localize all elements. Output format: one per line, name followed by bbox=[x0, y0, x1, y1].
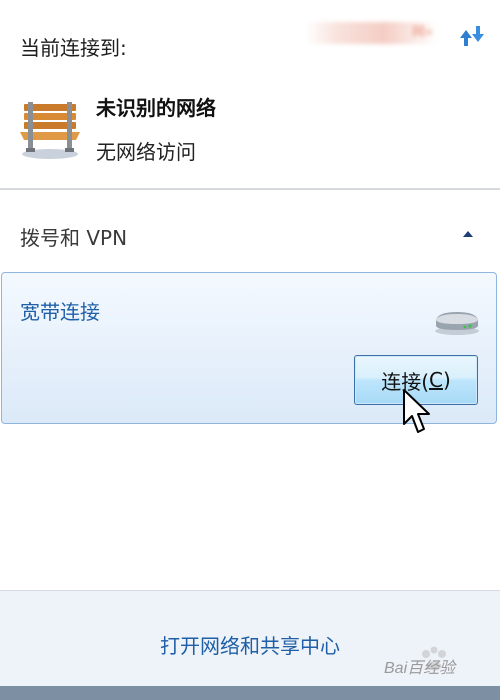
park-bench-icon bbox=[18, 92, 82, 162]
network-name: 未识别的网络 bbox=[96, 96, 216, 120]
header-title: 当前连接到: bbox=[20, 36, 127, 60]
connect-accelerator-key: C bbox=[429, 368, 443, 392]
bottom-border bbox=[0, 686, 500, 700]
connect-button[interactable]: 连接(C) bbox=[354, 355, 478, 405]
blurred-network-name: 网» bbox=[305, 22, 437, 44]
network-status: 无网络访问 bbox=[96, 140, 196, 164]
dialup-vpn-section-title: 拨号和 VPN bbox=[20, 226, 128, 250]
connect-button-label: 连接( bbox=[381, 369, 430, 394]
modem-icon bbox=[432, 306, 482, 336]
divider bbox=[0, 188, 500, 190]
network-refresh-icon[interactable] bbox=[456, 22, 488, 50]
chevron-up-icon[interactable] bbox=[456, 222, 480, 246]
connect-button-label-end: ) bbox=[442, 368, 451, 392]
watermark-text: Bai百经验 bbox=[384, 660, 456, 677]
broadband-connection-name: 宽带连接 bbox=[20, 300, 100, 324]
